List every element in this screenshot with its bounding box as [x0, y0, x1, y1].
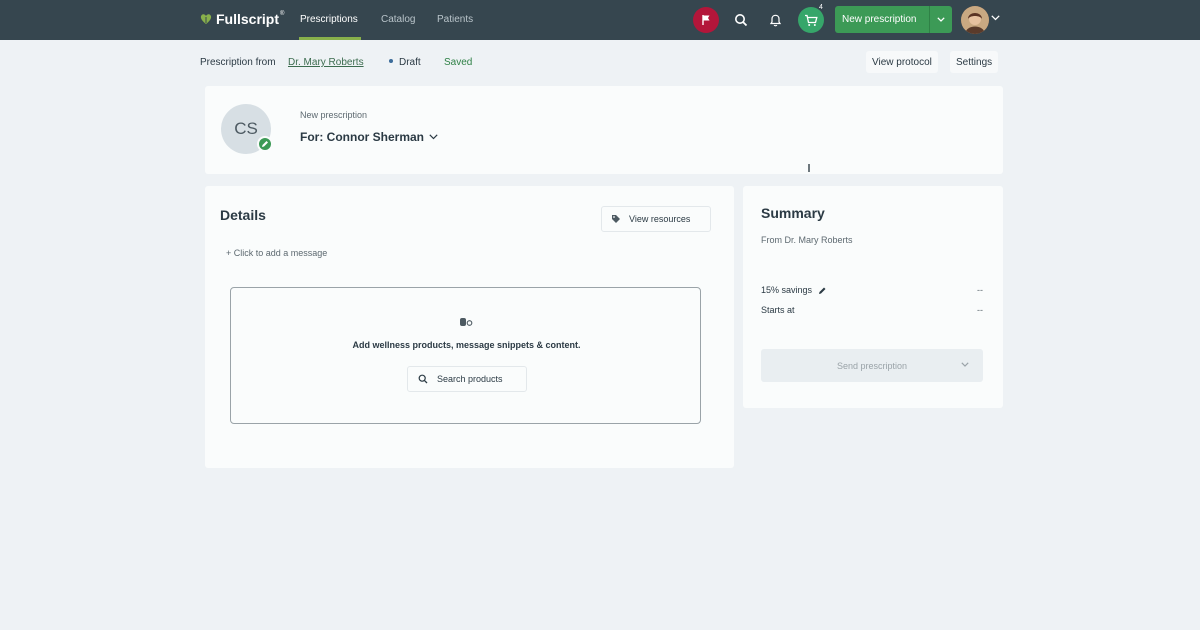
user-avatar[interactable] — [961, 6, 989, 34]
saved-status: Saved — [444, 57, 473, 68]
new-prescription-caption: New prescription — [300, 110, 368, 120]
draft-status-dot — [389, 59, 393, 63]
add-message-link[interactable]: + Click to add a message — [226, 248, 327, 258]
text-cursor — [808, 164, 810, 172]
starts-at-row: Starts at -- — [761, 305, 983, 315]
send-prescription-label: Send prescription — [836, 360, 908, 371]
chevron-down-icon[interactable] — [961, 362, 969, 367]
account-chevron-down-icon[interactable] — [991, 15, 1000, 21]
top-navigation-bar: Fullscript ® Prescriptions Catalog Patie… — [0, 0, 1200, 40]
flag-icon — [702, 15, 710, 25]
leaf-heart-icon — [200, 14, 212, 24]
flag-button[interactable] — [693, 7, 719, 33]
cart-count-badge: 4 — [819, 4, 823, 11]
edit-savings-pencil-icon[interactable] — [818, 286, 827, 295]
cart-icon — [805, 14, 818, 26]
tag-icon — [612, 215, 620, 223]
pills-icon — [460, 318, 473, 326]
product-dropzone[interactable]: Add wellness products, message snippets … — [230, 287, 701, 424]
brand-name: Fullscript — [216, 11, 280, 27]
patient-name: For: Connor Sherman — [300, 130, 425, 144]
view-resources-button[interactable]: View resources — [601, 206, 711, 232]
dropzone-instructions: Add wellness products, message snippets … — [352, 340, 581, 350]
summary-title: Summary — [761, 205, 825, 221]
savings-label: 15% savings — [761, 285, 813, 295]
doctor-link[interactable]: Dr. Mary Roberts — [288, 57, 364, 68]
search-products-label: Search products — [437, 374, 503, 384]
starts-at-value: -- — [977, 305, 983, 315]
patient-header-card: CS New prescription For: Connor Sherman — [205, 86, 1003, 174]
new-prescription-button[interactable]: New prescription — [835, 6, 952, 33]
notifications-button[interactable] — [765, 10, 785, 30]
details-card: Details View resources + Click to add a … — [205, 186, 734, 468]
bell-icon — [769, 14, 781, 27]
search-button[interactable] — [731, 10, 751, 30]
patient-selector[interactable]: For: Connor Sherman — [300, 130, 438, 144]
new-prescription-dropdown[interactable] — [930, 17, 952, 22]
nav-link-patients[interactable]: Patients — [437, 14, 473, 25]
brand-trademark: ® — [280, 11, 285, 17]
prescription-from-label: Prescription from — [200, 57, 276, 68]
view-resources-label: View resources — [629, 214, 691, 224]
summary-from-doctor: From Dr. Mary Roberts — [761, 235, 853, 245]
nav-link-prescriptions[interactable]: Prescriptions — [300, 14, 358, 25]
details-title: Details — [220, 207, 266, 223]
search-icon — [735, 14, 748, 27]
nav-link-catalog[interactable]: Catalog — [381, 14, 415, 25]
chevron-down-icon — [937, 17, 945, 22]
pencil-icon — [262, 141, 268, 147]
view-protocol-button[interactable]: View protocol — [866, 51, 938, 73]
chevron-down-icon — [429, 134, 438, 140]
starts-at-label: Starts at — [761, 305, 795, 315]
edit-patient-badge[interactable] — [257, 136, 273, 152]
draft-status: Draft — [399, 57, 421, 68]
settings-button[interactable]: Settings — [950, 51, 999, 73]
savings-value: -- — [977, 285, 983, 295]
summary-card: Summary From Dr. Mary Roberts 15% saving… — [743, 186, 1003, 408]
fullscript-logo[interactable]: Fullscript ® — [199, 11, 284, 27]
send-prescription-button[interactable]: Send prescription — [761, 349, 983, 382]
search-products-button[interactable]: Search products — [407, 366, 527, 392]
active-nav-indicator — [299, 37, 361, 40]
search-icon — [418, 374, 428, 384]
new-prescription-label: New prescription — [842, 14, 917, 25]
user-photo-icon — [961, 6, 989, 34]
savings-row: 15% savings -- — [761, 285, 983, 295]
